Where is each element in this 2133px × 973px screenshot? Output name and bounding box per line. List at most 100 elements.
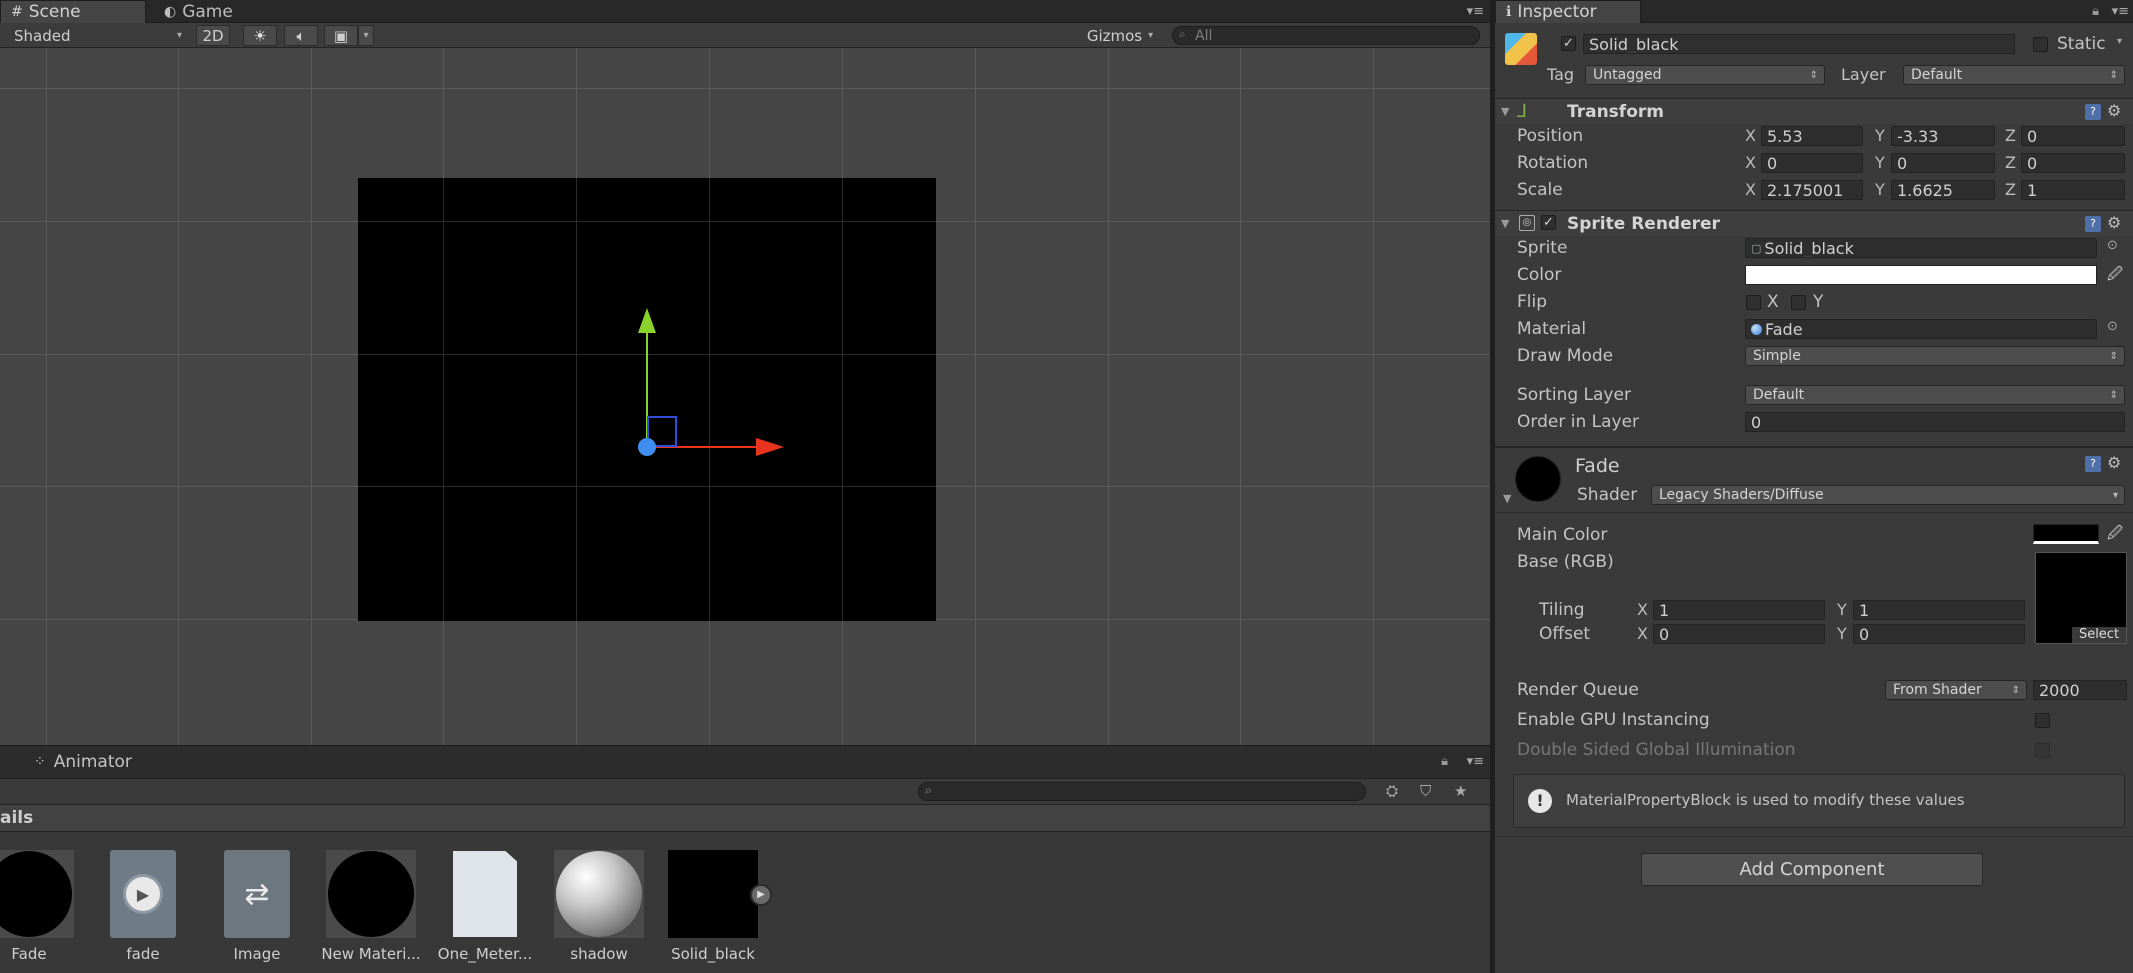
- double-sided-gi-label: Double Sided Global Illumination: [1517, 740, 1796, 760]
- object-picker-icon[interactable]: ⊙: [2107, 319, 2118, 334]
- gizmos-dropdown[interactable]: Gizmos ▾: [1082, 25, 1158, 46]
- offset-y-field[interactable]: 0: [1853, 624, 2025, 644]
- select-texture-button[interactable]: Select: [2072, 627, 2126, 643]
- gear-icon[interactable]: ⚙: [2107, 213, 2121, 232]
- collapse-triangle-icon[interactable]: ▼: [1501, 105, 1509, 118]
- project-search-input[interactable]: ⌕: [918, 782, 1366, 801]
- scale-y-field[interactable]: 1.6625: [1891, 180, 1995, 200]
- asset-item[interactable]: shadow: [544, 850, 654, 963]
- tab-scene[interactable]: # Scene: [0, 0, 146, 23]
- sprite-renderer-icon: ◎: [1519, 215, 1535, 231]
- gear-icon[interactable]: ⚙: [2107, 101, 2121, 120]
- gear-icon[interactable]: ⚙: [2107, 453, 2121, 472]
- tiling-y-field[interactable]: 1: [1853, 600, 2025, 620]
- double-sided-gi-checkbox[interactable]: [2035, 743, 2050, 758]
- info-message-box: ! MaterialPropertyBlock is used to modif…: [1513, 774, 2125, 828]
- scene-view[interactable]: [0, 48, 1490, 745]
- filter-type-icon[interactable]: ⛭: [1386, 782, 1398, 800]
- material-field[interactable]: Fade: [1745, 319, 2097, 339]
- move-gizmo[interactable]: [620, 288, 790, 458]
- position-z-field[interactable]: 0: [2021, 126, 2125, 146]
- main-color-swatch[interactable]: [2033, 524, 2099, 544]
- pivot-handle[interactable]: [638, 438, 656, 456]
- lock-icon[interactable]: 🔒︎: [1441, 754, 1448, 769]
- select-texture-label: Select: [2078, 627, 2120, 642]
- rotation-y-field[interactable]: 0: [1891, 153, 1995, 173]
- asset-item[interactable]: New Materi...: [316, 850, 426, 963]
- tab-animator[interactable]: ⁘ Animator: [34, 752, 132, 772]
- asset-thumbnail: [326, 850, 416, 938]
- flip-y-checkbox[interactable]: [1791, 295, 1806, 310]
- effects-toggle-button[interactable]: ▣: [324, 25, 358, 46]
- 2d-toggle-button[interactable]: 2D: [196, 25, 230, 46]
- panel-menu-icon[interactable]: ▾≡: [1467, 754, 1484, 769]
- shading-mode-dropdown[interactable]: Shaded ▾: [2, 25, 188, 46]
- offset-x-field[interactable]: 0: [1653, 624, 1825, 644]
- chevron-down-icon[interactable]: ▾: [2117, 36, 2122, 47]
- sprite-field[interactable]: ▢ Solid_black: [1745, 238, 2097, 258]
- position-x-field[interactable]: 5.53: [1761, 126, 1863, 146]
- sorting-layer-dropdown[interactable]: Default ⇕: [1745, 385, 2125, 405]
- asset-thumbnail: ▶: [110, 850, 176, 938]
- z-axis-label: Z: [2005, 153, 2016, 172]
- asset-item[interactable]: Fade: [0, 850, 84, 963]
- help-icon[interactable]: ?: [2085, 104, 2101, 120]
- collapse-triangle-icon[interactable]: ▼: [1501, 217, 1509, 230]
- lock-icon[interactable]: 🔒︎: [2092, 4, 2099, 19]
- x-arrow-icon[interactable]: [756, 438, 784, 456]
- chevron-down-icon: ▾: [1148, 30, 1154, 41]
- active-checkbox[interactable]: ✓: [1561, 36, 1576, 51]
- z-axis-label: Z: [2005, 126, 2016, 145]
- rotation-x-field[interactable]: 0: [1761, 153, 1863, 173]
- panel-menu-icon[interactable]: ▾≡: [1467, 4, 1484, 19]
- base-texture-slot[interactable]: Select: [2035, 552, 2127, 644]
- effects-dropdown-button[interactable]: ▾: [358, 25, 374, 46]
- y-arrow-icon[interactable]: [638, 308, 656, 333]
- render-queue-field[interactable]: 2000: [2033, 680, 2127, 700]
- tag-dropdown[interactable]: Untagged ⇕: [1585, 65, 1825, 85]
- speaker-icon: 🔈︎: [296, 26, 306, 45]
- static-checkbox[interactable]: [2033, 37, 2048, 52]
- sun-icon: ☀: [253, 26, 267, 45]
- scale-x-field[interactable]: 2.175001: [1761, 180, 1863, 200]
- position-y-field[interactable]: -3.33: [1891, 126, 1995, 146]
- help-icon[interactable]: ?: [2085, 216, 2101, 232]
- shader-value: Legacy Shaders/Diffuse: [1659, 487, 1824, 503]
- object-name-field[interactable]: Solid_black: [1583, 34, 2015, 54]
- lighting-toggle-button[interactable]: ☀: [243, 25, 277, 46]
- panel-menu-icon[interactable]: ▾≡: [2112, 4, 2129, 19]
- flip-x-checkbox[interactable]: [1746, 295, 1761, 310]
- draw-mode-dropdown[interactable]: Simple ⇕: [1745, 346, 2125, 366]
- asset-item[interactable]: Solid_black ▶: [658, 850, 772, 963]
- sprite-renderer-enabled-checkbox[interactable]: ✓: [1541, 215, 1556, 230]
- shader-dropdown[interactable]: Legacy Shaders/Diffuse ▾: [1651, 485, 2125, 505]
- scale-z-field[interactable]: 1: [2021, 180, 2125, 200]
- collapse-triangle-icon[interactable]: ▼: [1503, 492, 1511, 505]
- tiling-x-field[interactable]: 1: [1653, 600, 1825, 620]
- tab-game[interactable]: ◐ Game: [154, 0, 284, 23]
- layer-dropdown[interactable]: Default ⇕: [1903, 65, 2125, 85]
- render-queue-mode-dropdown[interactable]: From Shader ⇕: [1885, 680, 2027, 700]
- add-component-button[interactable]: Add Component: [1641, 853, 1983, 886]
- label-tag-icon[interactable]: ⛉: [1420, 782, 1431, 800]
- asset-item[interactable]: One_Meter...: [430, 850, 540, 963]
- rotation-z-field[interactable]: 0: [2021, 153, 2125, 173]
- audio-toggle-button[interactable]: 🔈︎: [284, 25, 318, 46]
- scene-search-placeholder: All: [1195, 27, 1213, 44]
- star-icon[interactable]: ★: [1454, 782, 1467, 800]
- color-swatch[interactable]: [1745, 265, 2097, 285]
- scene-search-input[interactable]: ⌕ All: [1172, 26, 1480, 45]
- expand-sprite-button[interactable]: ▶: [750, 884, 772, 906]
- eyedropper-icon[interactable]: 🖉︎: [2107, 523, 2123, 548]
- asset-item[interactable]: ⇄ Image: [202, 850, 312, 963]
- order-in-layer-field[interactable]: 0: [1745, 412, 2125, 432]
- sprite-renderer-header[interactable]: ▼ ◎ ✓ Sprite Renderer ? ⚙: [1495, 210, 2133, 236]
- object-picker-icon[interactable]: ⊙: [2107, 238, 2118, 253]
- help-icon[interactable]: ?: [2085, 456, 2101, 472]
- add-component-label: Add Component: [1739, 859, 1885, 880]
- tab-inspector[interactable]: ℹ Inspector: [1495, 0, 1641, 23]
- transform-header[interactable]: ▼ ⅃ Transform ? ⚙: [1495, 98, 2133, 124]
- eyedropper-icon[interactable]: 🖉︎: [2107, 264, 2123, 289]
- asset-item[interactable]: ▶ fade: [88, 850, 198, 963]
- gpu-instancing-checkbox[interactable]: [2035, 713, 2050, 728]
